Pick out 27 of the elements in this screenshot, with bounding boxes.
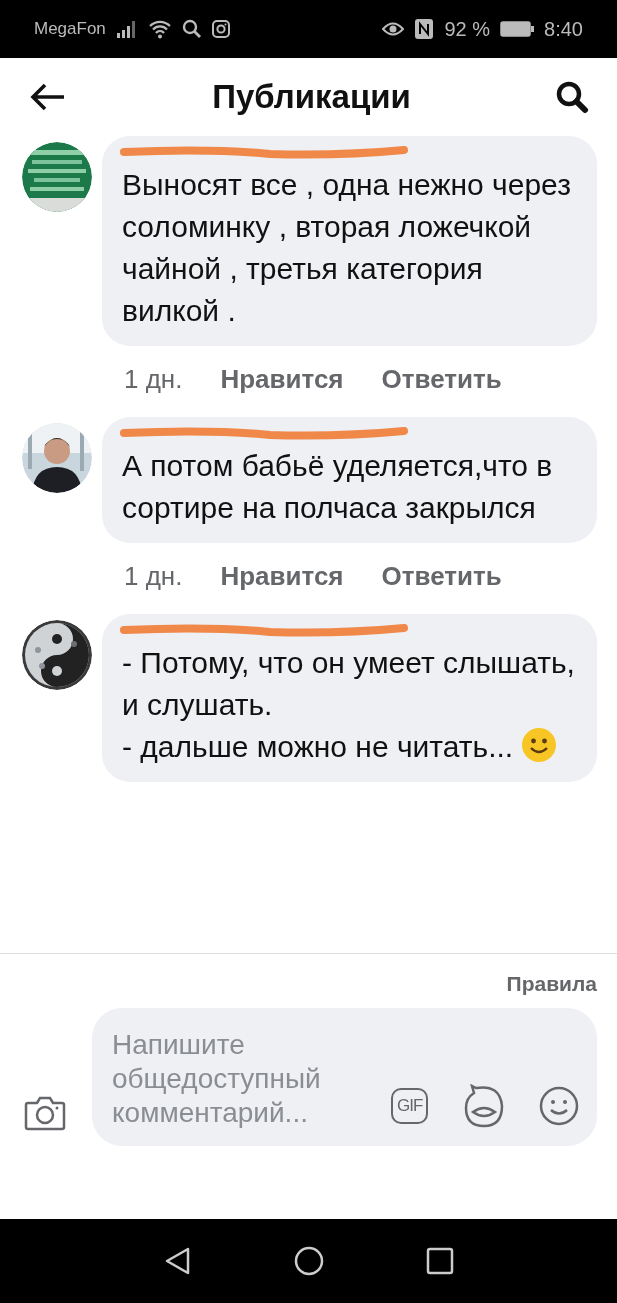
- like-link[interactable]: Нравится: [220, 364, 344, 395]
- battery-percent: 92 %: [444, 17, 491, 41]
- gif-button[interactable]: GIF: [391, 1088, 429, 1124]
- rules-link[interactable]: Правила: [506, 972, 597, 996]
- like-link[interactable]: Нравится: [220, 561, 344, 592]
- comment-time: 1 дн.: [124, 364, 183, 395]
- comment-text: А потом бабьё уделяется,что в сортире на полчаса закрылся: [122, 448, 554, 526]
- wifi-icon: [147, 19, 172, 39]
- nfc-icon: [414, 18, 435, 40]
- page-title: Публикации: [212, 78, 411, 116]
- signal-icon: [115, 20, 138, 38]
- comment-text: - Потому, что он умеет слышать, и слушать. - дальше можно не читать...: [122, 645, 576, 765]
- home-button[interactable]: [293, 1246, 324, 1276]
- recents-button[interactable]: [425, 1247, 454, 1275]
- comment-text: Выносят все , одна нежно через соломинку , вторая ложечкой чайной , третья категория вилкой .: [122, 167, 572, 329]
- camera-app-icon: [211, 20, 230, 38]
- reply-link[interactable]: Ответить: [381, 364, 502, 395]
- search-icon: [181, 19, 202, 39]
- clock-time: 8:40: [544, 17, 583, 41]
- emoji-button[interactable]: [539, 1086, 579, 1126]
- carrier-name: MegaFon: [34, 19, 106, 39]
- back-nav-button[interactable]: [163, 1246, 192, 1276]
- eye-icon: [382, 21, 405, 37]
- comment-field[interactable]: Напишите общедоступный комментарий... GIF: [92, 1008, 597, 1146]
- comment-time: 1 дн.: [124, 561, 183, 592]
- battery-icon: [500, 21, 535, 37]
- reply-link[interactable]: Ответить: [381, 561, 502, 592]
